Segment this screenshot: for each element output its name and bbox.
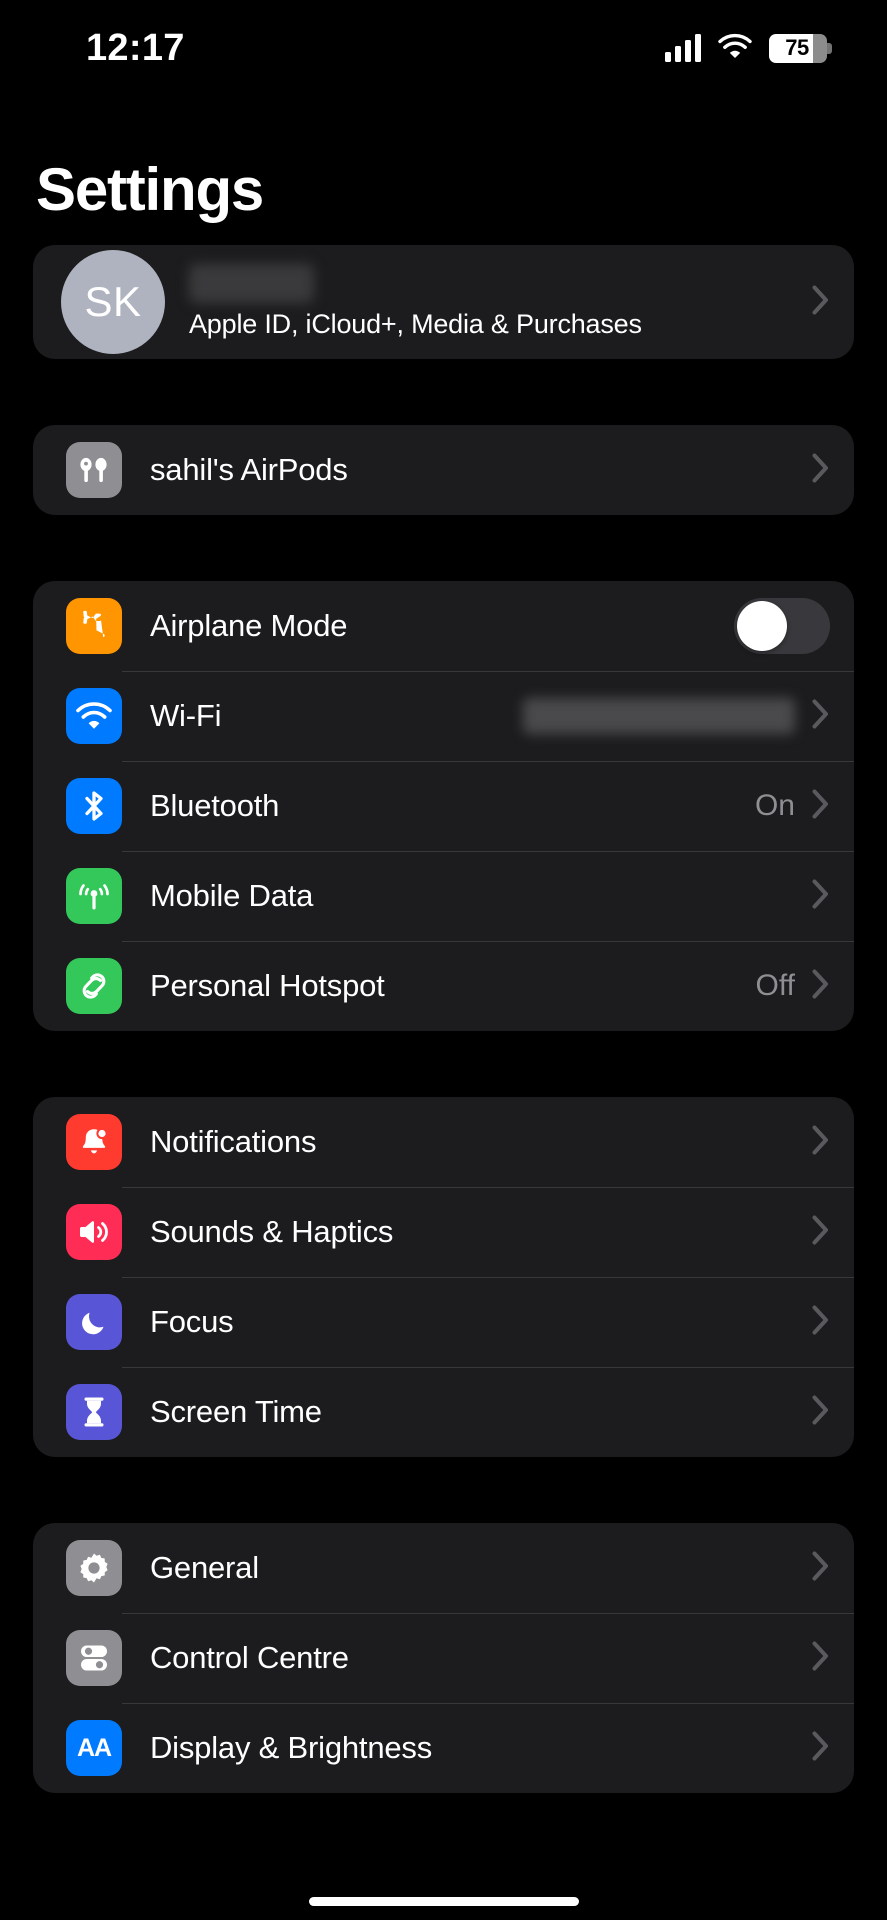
sliders-icon xyxy=(66,1630,122,1686)
status-indicators: 75 xyxy=(665,33,832,64)
devices-group: sahil's AirPods xyxy=(33,425,854,515)
airpods-icon xyxy=(66,442,122,498)
row-content: General xyxy=(122,1523,854,1613)
settings-row-label: Control Centre xyxy=(150,1640,349,1675)
row-content: Mobile Data xyxy=(122,851,854,941)
chevron-right-icon xyxy=(812,879,830,914)
chevron-right-icon xyxy=(812,453,830,488)
apple-id-group: SK Sahil K Apple ID, iCloud+, Media & Pu… xyxy=(33,245,854,359)
settings-row-bluetooth[interactable]: Bluetooth On xyxy=(33,761,854,851)
chevron-right-icon xyxy=(812,1215,830,1250)
page-title: Settings xyxy=(36,156,264,223)
chevron-right-icon xyxy=(812,969,830,1004)
status-time: 12:17 xyxy=(86,26,185,69)
apple-id-subtitle: Apple ID, iCloud+, Media & Purchases xyxy=(189,309,642,339)
settings-row-display-brightness[interactable]: AA Display & Brightness xyxy=(33,1703,854,1793)
hourglass-icon xyxy=(66,1384,122,1440)
row-content: Notifications xyxy=(122,1097,854,1187)
row-content: Screen Time xyxy=(122,1367,854,1457)
row-content: Control Centre xyxy=(122,1613,854,1703)
chevron-right-icon xyxy=(812,285,830,320)
status-bar: 12:17 75 xyxy=(0,0,887,96)
row-content: Sounds & Haptics xyxy=(122,1187,854,1277)
settings-list: SK Sahil K Apple ID, iCloud+, Media & Pu… xyxy=(0,245,887,1920)
battery-percent: 75 xyxy=(785,35,809,60)
settings-row-wifi[interactable]: Wi-Fi SSID_REDACTED xyxy=(33,671,854,761)
battery-icon: 75 xyxy=(769,33,832,63)
chevron-right-icon xyxy=(812,699,830,734)
settings-row-airpods[interactable]: sahil's AirPods xyxy=(33,425,854,515)
settings-row-sounds-haptics[interactable]: Sounds & Haptics xyxy=(33,1187,854,1277)
airplane-mode-toggle[interactable] xyxy=(734,598,830,654)
settings-row-label: Focus xyxy=(150,1304,234,1339)
chevron-right-icon xyxy=(812,1305,830,1340)
home-indicator xyxy=(308,1897,579,1906)
settings-row-focus[interactable]: Focus xyxy=(33,1277,854,1367)
settings-row-notifications[interactable]: Notifications xyxy=(33,1097,854,1187)
airplane-icon xyxy=(66,598,122,654)
settings-row-label: Display & Brightness xyxy=(150,1730,433,1765)
row-content: Display & Brightness xyxy=(122,1703,854,1793)
moon-icon xyxy=(66,1294,122,1350)
chevron-right-icon xyxy=(812,1395,830,1430)
settings-row-screen-time[interactable]: Screen Time xyxy=(33,1367,854,1457)
settings-row-label: Sounds & Haptics xyxy=(150,1214,394,1249)
row-content: Personal Hotspot Off xyxy=(122,941,854,1031)
settings-row-label: Bluetooth xyxy=(150,788,280,823)
cellular-tower-icon xyxy=(66,868,122,924)
row-content: Bluetooth On xyxy=(122,761,854,851)
settings-row-mobile-data[interactable]: Mobile Data xyxy=(33,851,854,941)
text-size-aa-icon: AA xyxy=(66,1720,122,1776)
chevron-right-icon xyxy=(812,1551,830,1586)
settings-row-label: General xyxy=(150,1550,259,1585)
alerts-group: Notifications Sounds & Haptics Focus Scr… xyxy=(33,1097,854,1457)
settings-row-label: Mobile Data xyxy=(150,878,314,913)
settings-row-general[interactable]: General xyxy=(33,1523,854,1613)
chevron-right-icon xyxy=(812,1125,830,1160)
settings-row-label: Screen Time xyxy=(150,1394,322,1429)
row-content: Focus xyxy=(122,1277,854,1367)
chevron-right-icon xyxy=(812,1731,830,1766)
account-name: Sahil K xyxy=(189,264,315,303)
settings-row-airplane-mode[interactable]: Airplane Mode xyxy=(33,581,854,671)
settings-row-label: Notifications xyxy=(150,1124,317,1159)
settings-row-label: Personal Hotspot xyxy=(150,968,385,1003)
system-group: General Control Centre AA Display & Brig… xyxy=(33,1523,854,1793)
settings-row-personal-hotspot[interactable]: Personal Hotspot Off xyxy=(33,941,854,1031)
hotspot-status-value: Off xyxy=(755,969,795,1002)
hotspot-icon xyxy=(66,958,122,1014)
settings-screen: 12:17 75 Settings SK Sahil xyxy=(0,0,887,1920)
apple-id-row[interactable]: SK Sahil K Apple ID, iCloud+, Media & Pu… xyxy=(33,245,854,359)
chevron-right-icon xyxy=(812,789,830,824)
settings-row-label: Airplane Mode xyxy=(150,608,348,643)
row-content: Wi-Fi SSID_REDACTED xyxy=(122,671,854,761)
bluetooth-icon xyxy=(66,778,122,834)
speaker-icon xyxy=(66,1204,122,1260)
bluetooth-status-value: On xyxy=(754,789,795,822)
wifi-icon xyxy=(718,33,752,64)
avatar: SK xyxy=(61,250,165,354)
gear-icon xyxy=(66,1540,122,1596)
row-content: sahil's AirPods xyxy=(122,425,854,515)
bell-icon xyxy=(66,1114,122,1170)
settings-row-label: sahil's AirPods xyxy=(150,452,348,487)
cellular-bars-icon xyxy=(665,34,701,62)
connectivity-group: Airplane Mode Wi-Fi SSID_REDACTED xyxy=(33,581,854,1031)
wifi-network-value: SSID_REDACTED xyxy=(523,698,795,734)
settings-row-control-centre[interactable]: Control Centre xyxy=(33,1613,854,1703)
apple-id-text: Sahil K Apple ID, iCloud+, Media & Purch… xyxy=(189,264,795,340)
row-content: Airplane Mode xyxy=(122,581,854,671)
chevron-right-icon xyxy=(812,1641,830,1676)
wifi-icon xyxy=(66,688,122,744)
settings-row-label: Wi-Fi xyxy=(150,698,222,733)
